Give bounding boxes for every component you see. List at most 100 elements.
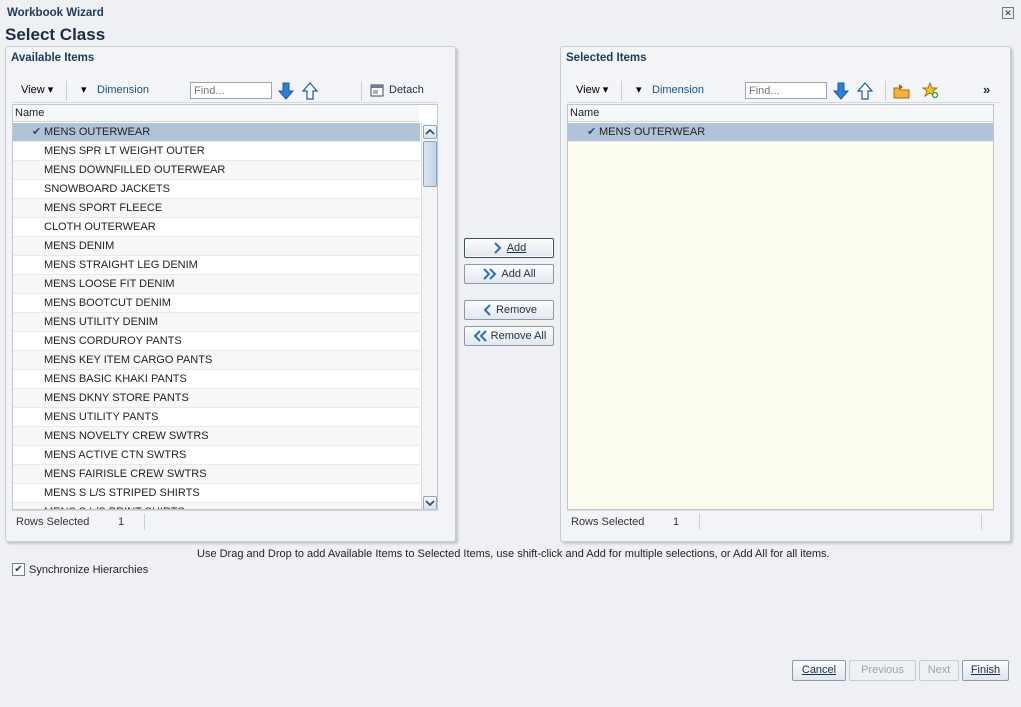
list-item-label: SNOWBOARD JACKETS	[44, 183, 170, 195]
cancel-button[interactable]: Cancel	[792, 660, 846, 681]
remove-all-button-label: Remove All	[490, 330, 547, 342]
vertical-scrollbar[interactable]	[421, 123, 437, 509]
scroll-thumb[interactable]	[423, 141, 437, 187]
list-item[interactable]: ✔ MENS OUTERWEAR	[13, 123, 420, 142]
chevron-up-icon	[425, 128, 435, 135]
add-all-button[interactable]: Add All	[464, 264, 554, 284]
column-header-name[interactable]: Name	[13, 105, 419, 122]
chevron-down-icon	[425, 500, 435, 507]
column-header-name[interactable]: Name	[568, 105, 993, 122]
close-icon[interactable]: ✕	[1002, 7, 1014, 19]
list-item-label: MENS LOOSE FIT DENIM	[44, 278, 175, 290]
available-items-panel: Available Items View ▾ ▾ Dimension Detac…	[5, 46, 456, 542]
chevron-down-icon: ▾	[602, 84, 609, 96]
detach-link[interactable]: Detach	[389, 84, 424, 96]
checkbox-check-icon[interactable]: ✔	[12, 563, 25, 576]
list-item[interactable]: MENS SPORT FLEECE	[13, 199, 420, 218]
next-button[interactable]: Next	[919, 660, 959, 681]
list-item-label: MENS CORDUROY PANTS	[44, 335, 182, 347]
open-folder-icon[interactable]	[893, 83, 910, 99]
detach-icon[interactable]	[370, 83, 385, 98]
double-chevron-left-icon	[473, 330, 487, 342]
list-item-label: MENS OUTERWEAR	[599, 126, 706, 138]
list-item[interactable]: MENS FAIRISLE CREW SWTRS	[13, 465, 420, 484]
list-item[interactable]: MENS STRAIGHT LEG DENIM	[13, 256, 420, 275]
list-item-label: MENS SPR LT WEIGHT OUTER	[44, 145, 205, 157]
list-item[interactable]: MENS ACTIVE CTN SWTRS	[13, 446, 420, 465]
list-item[interactable]: SNOWBOARD JACKETS	[13, 180, 420, 199]
list-item[interactable]: CLOTH OUTERWEAR	[13, 218, 420, 237]
synchronize-hierarchies-checkbox[interactable]: ✔ Synchronize Hierarchies	[12, 563, 148, 576]
remove-button-label: Remove	[496, 304, 537, 316]
toolbar-divider	[621, 81, 622, 101]
finish-button[interactable]: Finish	[962, 660, 1009, 681]
checkmark-icon: ✔	[32, 126, 42, 138]
list-item-label: MENS DOWNFILLED OUTERWEAR	[44, 164, 226, 176]
list-item[interactable]: MENS BOOTCUT DENIM	[13, 294, 420, 313]
list-item-label: MENS ACTIVE CTN SWTRS	[44, 449, 187, 461]
list-item[interactable]: MENS DKNY STORE PANTS	[13, 389, 420, 408]
list-item-label: MENS NOVELTY CREW SWTRS	[44, 430, 209, 442]
available-items-table: Name ✔ MENS OUTERWEAR MENS SPR LT WEIGHT O…	[12, 104, 438, 510]
list-item-label: MENS DKNY STORE PANTS	[44, 392, 189, 404]
toolbar-divider	[66, 81, 67, 101]
view-menu[interactable]: View ▾	[576, 83, 608, 99]
synchronize-hierarchies-label: Synchronize Hierarchies	[29, 563, 149, 576]
double-chevron-right-icon	[483, 268, 497, 280]
arrow-up-icon[interactable]	[302, 82, 318, 100]
add-favorite-icon[interactable]	[922, 82, 939, 99]
find-input[interactable]	[745, 82, 827, 99]
next-button-label: Next	[927, 664, 951, 676]
arrow-down-icon[interactable]	[833, 82, 849, 100]
list-item[interactable]: MENS CORDUROY PANTS	[13, 332, 420, 351]
list-item[interactable]: MENS BASIC KHAKI PANTS	[13, 370, 420, 389]
status-divider	[699, 514, 700, 530]
add-button[interactable]: Add	[464, 238, 554, 258]
chevron-right-icon	[493, 242, 502, 254]
list-item-label: MENS DENIM	[44, 240, 115, 252]
arrow-down-icon[interactable]	[278, 82, 294, 100]
list-item-label: MENS FAIRISLE CREW SWTRS	[44, 468, 207, 480]
list-item[interactable]: MENS NOVELTY CREW SWTRS	[13, 427, 420, 446]
list-item[interactable]: MENS DOWNFILLED OUTERWEAR	[13, 161, 420, 180]
list-item[interactable]: MENS UTILITY PANTS	[13, 408, 420, 427]
instruction-text: Use Drag and Drop to add Available Items…	[197, 548, 830, 560]
rows-selected-count: 1	[118, 516, 125, 528]
list-item-label: MENS UTILITY DENIM	[44, 316, 159, 328]
checkmark-icon: ✔	[587, 126, 597, 138]
list-item[interactable]: MENS DENIM	[13, 237, 420, 256]
list-item-label: MENS STRAIGHT LEG DENIM	[44, 259, 198, 271]
remove-button[interactable]: Remove	[464, 300, 554, 320]
list-item[interactable]: MENS SPR LT WEIGHT OUTER	[13, 142, 420, 161]
list-item-label: MENS UTILITY PANTS	[44, 411, 159, 423]
list-item[interactable]: MENS UTILITY DENIM	[13, 313, 420, 332]
dimension-dropdown-icon[interactable]: ▾	[636, 83, 642, 99]
arrow-up-icon[interactable]	[857, 82, 873, 100]
wizard-title: Workbook Wizard	[7, 7, 104, 19]
list-item[interactable]: MENS KEY ITEM CARGO PANTS	[13, 351, 420, 370]
previous-button[interactable]: Previous	[849, 660, 916, 681]
list-item[interactable]: MENS S L/S STRIPED SHIRTS	[13, 484, 420, 503]
selected-items-table: Name ✔ MENS OUTERWEAR	[567, 104, 994, 510]
toolbar-divider	[885, 81, 886, 101]
rows-selected-count: 1	[673, 516, 680, 528]
list-item-label: MENS SPORT FLEECE	[44, 202, 163, 214]
selected-items-panel: Selected Items View ▾ ▾ Dimension » Name…	[560, 46, 1011, 542]
toolbar-divider	[361, 81, 362, 101]
view-menu[interactable]: View ▾	[21, 83, 53, 99]
list-item-label: MENS OUTERWEAR	[44, 126, 151, 138]
selected-status-bar: Rows Selected 1	[567, 510, 993, 532]
scroll-up-button[interactable]	[423, 125, 437, 139]
list-item[interactable]: MENS S L/S PRINT SHIRTS	[13, 503, 420, 509]
find-input[interactable]	[190, 82, 272, 99]
chevron-left-icon	[483, 304, 491, 316]
list-item[interactable]: ✔ MENS OUTERWEAR	[568, 123, 993, 142]
remove-all-button[interactable]: Remove All	[464, 326, 554, 346]
dimension-link[interactable]: Dimension	[97, 84, 149, 96]
scroll-down-button[interactable]	[423, 496, 437, 509]
dimension-link[interactable]: Dimension	[652, 84, 704, 96]
dimension-dropdown-icon[interactable]: ▾	[81, 83, 87, 99]
toolbar-overflow-button[interactable]: »	[983, 82, 990, 97]
finish-button-label: Finish	[970, 664, 1001, 676]
list-item[interactable]: MENS LOOSE FIT DENIM	[13, 275, 420, 294]
